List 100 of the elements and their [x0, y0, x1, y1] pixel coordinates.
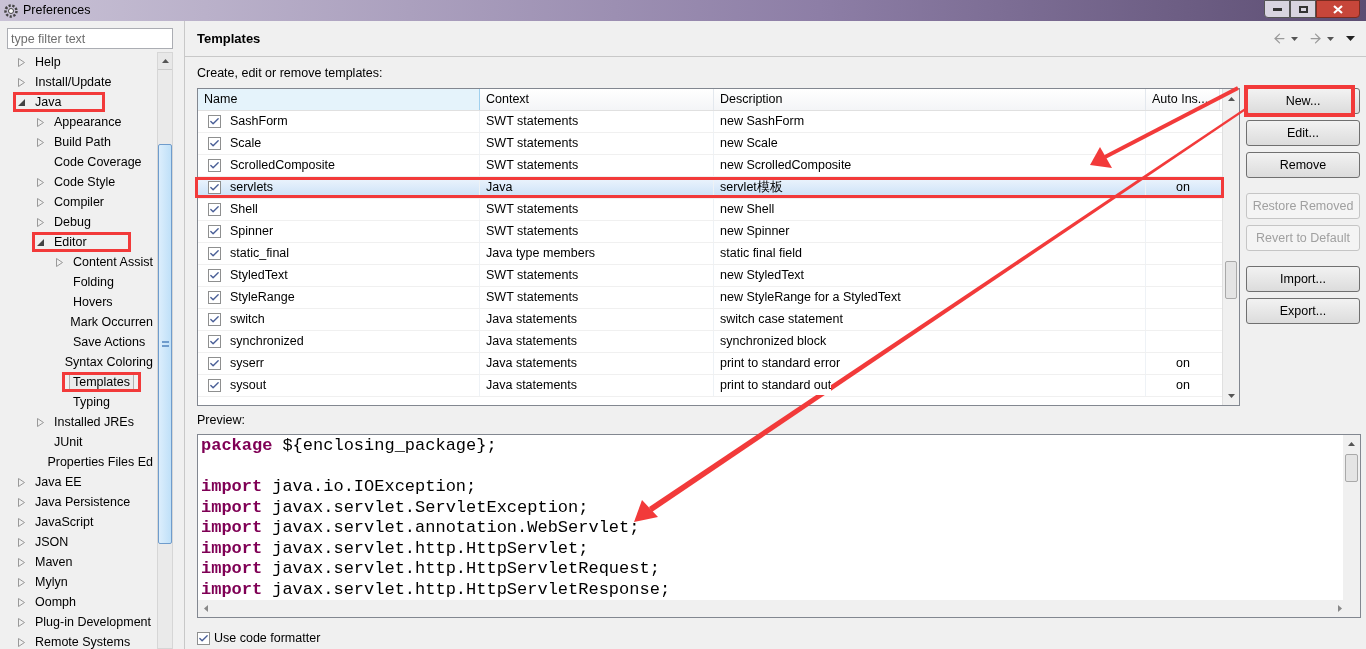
- collapsed-triangle-icon[interactable]: [37, 197, 44, 207]
- collapsed-triangle-icon[interactable]: [18, 557, 25, 567]
- tree-item[interactable]: Editor: [50, 233, 91, 251]
- tree-item[interactable]: Help: [31, 53, 65, 71]
- tree-item[interactable]: Installed JREs: [50, 413, 138, 431]
- caret-icon[interactable]: [1291, 36, 1298, 41]
- checkbox[interactable]: [208, 269, 221, 282]
- scroll-thumb[interactable]: [158, 144, 172, 544]
- scroll-up-icon[interactable]: [1227, 97, 1235, 101]
- column-header[interactable]: Name: [198, 89, 480, 110]
- tree-item[interactable]: Oomph: [31, 593, 80, 611]
- scrollbar[interactable]: [1222, 89, 1239, 405]
- collapsed-triangle-icon[interactable]: [37, 117, 44, 127]
- tree-item[interactable]: Java: [31, 93, 66, 111]
- checkbox[interactable]: [208, 247, 221, 260]
- checkbox[interactable]: [208, 335, 221, 348]
- tree-item[interactable]: JavaScript: [31, 513, 98, 531]
- checkbox[interactable]: [208, 379, 221, 392]
- checkbox[interactable]: [208, 357, 221, 370]
- tree-item[interactable]: Code Coverage: [50, 153, 146, 171]
- tree-item[interactable]: Java Persistence: [31, 493, 135, 511]
- collapsed-triangle-icon[interactable]: [56, 257, 63, 267]
- column-header[interactable]: Description: [714, 89, 1146, 110]
- table-row[interactable]: Spinner SWT statements new Spinner: [198, 221, 1222, 243]
- collapsed-triangle-icon[interactable]: [18, 497, 25, 507]
- table-row[interactable]: ScrolledComposite SWT statements new ScrolledComposite: [198, 155, 1222, 177]
- tree-item[interactable]: Remote Systems: [31, 633, 135, 649]
- checkbox[interactable]: [208, 115, 221, 128]
- tree-item[interactable]: Content Assist: [69, 253, 157, 271]
- checkbox[interactable]: [208, 291, 221, 304]
- scroll-up-icon[interactable]: [161, 59, 169, 63]
- checkbox[interactable]: [208, 225, 221, 238]
- table-row[interactable]: SashForm SWT statements new SashForm: [198, 111, 1222, 133]
- dialog-button[interactable]: Export...: [1246, 298, 1360, 324]
- close-button[interactable]: [1316, 0, 1360, 18]
- collapsed-triangle-icon[interactable]: [18, 537, 25, 547]
- collapsed-triangle-icon[interactable]: [18, 477, 25, 487]
- filter-field[interactable]: type filter text: [7, 28, 173, 49]
- checkbox[interactable]: [208, 137, 221, 150]
- dialog-button[interactable]: Edit...: [1246, 120, 1360, 146]
- expanded-triangle-icon[interactable]: [37, 238, 44, 246]
- dialog-button[interactable]: New...: [1246, 88, 1360, 114]
- tree-item[interactable]: Folding: [69, 273, 118, 291]
- tree-item[interactable]: Appearance: [50, 113, 126, 131]
- tree-item[interactable]: Code Style: [50, 173, 120, 191]
- tree-item[interactable]: Save Actions: [69, 333, 150, 351]
- table-row[interactable]: StyleRange SWT statements new StyleRange for a StyledText: [198, 287, 1222, 309]
- tree-item[interactable]: Compiler: [50, 193, 108, 211]
- table-row[interactable]: StyledText SWT statements new StyledText: [198, 265, 1222, 287]
- table-row[interactable]: static_final Java type members static final field: [198, 243, 1222, 265]
- scrollbar[interactable]: [198, 600, 1360, 617]
- tree-item[interactable]: Build Path: [50, 133, 115, 151]
- dialog-button[interactable]: Import...: [1246, 266, 1360, 292]
- caret-icon[interactable]: [1327, 36, 1334, 41]
- menu-caret-icon[interactable]: [1346, 36, 1355, 41]
- checkbox[interactable]: [197, 631, 210, 645]
- collapsed-triangle-icon[interactable]: [18, 77, 25, 87]
- table-row[interactable]: Shell SWT statements new Shell: [198, 199, 1222, 221]
- collapsed-triangle-icon[interactable]: [18, 637, 25, 647]
- tree-item[interactable]: Debug: [50, 213, 95, 231]
- scrollbar[interactable]: [1343, 435, 1360, 600]
- minimize-button[interactable]: [1264, 0, 1290, 18]
- table-row[interactable]: servlets Java servlet模板 on: [198, 177, 1222, 199]
- tree-item[interactable]: Mylyn: [31, 573, 72, 591]
- collapsed-triangle-icon[interactable]: [18, 57, 25, 67]
- collapsed-triangle-icon[interactable]: [37, 217, 44, 227]
- tree-item[interactable]: Maven: [31, 553, 77, 571]
- collapsed-triangle-icon[interactable]: [18, 617, 25, 627]
- table-row[interactable]: switch Java statements switch case statement: [198, 309, 1222, 331]
- dialog-button[interactable]: Remove: [1246, 152, 1360, 178]
- tree-item[interactable]: JSON: [31, 533, 73, 551]
- collapsed-triangle-icon[interactable]: [18, 517, 25, 527]
- scroll-right-icon[interactable]: [1338, 605, 1342, 612]
- checkbox[interactable]: [208, 159, 221, 172]
- column-header[interactable]: Auto Ins...: [1146, 89, 1220, 110]
- expanded-triangle-icon[interactable]: [18, 98, 25, 106]
- column-header[interactable]: Context: [480, 89, 714, 110]
- collapsed-triangle-icon[interactable]: [37, 177, 44, 187]
- tree-item[interactable]: Install/Update: [31, 73, 116, 91]
- tree-item[interactable]: Syntax Coloring: [60, 353, 157, 371]
- scroll-thumb[interactable]: [1345, 454, 1358, 482]
- scrollbar[interactable]: [157, 52, 173, 649]
- checkbox[interactable]: [208, 181, 221, 194]
- checkbox[interactable]: [208, 203, 221, 216]
- tree-item[interactable]: Properties Files Ed: [43, 453, 157, 471]
- tree-item[interactable]: Mark Occurren: [66, 313, 157, 331]
- tree-item[interactable]: Java EE: [31, 473, 86, 491]
- maximize-button[interactable]: [1290, 0, 1316, 18]
- scroll-left-icon[interactable]: [204, 605, 208, 612]
- tree-item[interactable]: JUnit: [50, 433, 87, 451]
- tree-item[interactable]: Typing: [69, 393, 114, 411]
- scroll-up-icon[interactable]: [1348, 442, 1355, 446]
- table-row[interactable]: syserr Java statements print to standard error on: [198, 353, 1222, 375]
- checkbox[interactable]: [208, 313, 221, 326]
- collapsed-triangle-icon[interactable]: [37, 417, 44, 427]
- collapsed-triangle-icon[interactable]: [37, 137, 44, 147]
- table-row[interactable]: synchronized Java statements synchronized block: [198, 331, 1222, 353]
- collapsed-triangle-icon[interactable]: [18, 577, 25, 587]
- scroll-down-icon[interactable]: [1227, 394, 1235, 398]
- tree-item[interactable]: Plug-in Development: [31, 613, 156, 631]
